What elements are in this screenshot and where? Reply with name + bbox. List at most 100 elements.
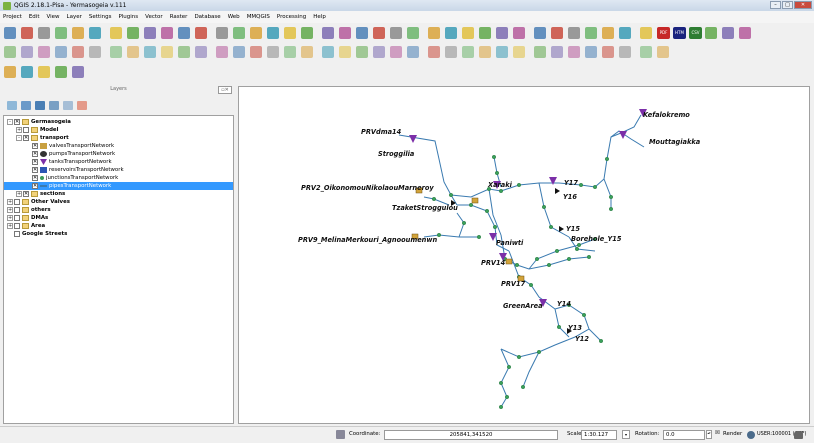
- toolbar-1-tool-33-icon[interactable]: [568, 27, 580, 39]
- toolbar-2-tool-38-icon[interactable]: [657, 46, 669, 58]
- layer-visibility-checkbox[interactable]: [14, 199, 20, 205]
- toolbar-2-tool-20-icon[interactable]: [339, 46, 351, 58]
- expand-toggle-icon[interactable]: +: [7, 207, 13, 213]
- pipe-segment[interactable]: [554, 308, 570, 338]
- render-checkbox-icon[interactable]: ☒: [715, 430, 720, 436]
- add-group-icon[interactable]: [21, 100, 31, 110]
- menu-edit[interactable]: Edit: [29, 14, 40, 20]
- export-csv-button[interactable]: CSV: [689, 27, 702, 39]
- toolbar-2-tool-34-icon[interactable]: [585, 46, 597, 58]
- toggle-extents-icon[interactable]: [336, 430, 345, 439]
- layer-tree-item[interactable]: + ✕ sections: [4, 190, 233, 198]
- junction-node[interactable]: [476, 234, 481, 239]
- toolbar-1-tool-24-icon[interactable]: [407, 27, 419, 39]
- junction-node[interactable]: [549, 224, 554, 229]
- layer-visibility-checkbox[interactable]: [14, 215, 20, 221]
- junction-node[interactable]: [555, 248, 560, 253]
- junction-node[interactable]: [499, 381, 504, 386]
- toolbar-2-tool-35-icon[interactable]: [602, 46, 614, 58]
- junction-node[interactable]: [499, 405, 504, 410]
- maximize-button[interactable]: □: [782, 1, 793, 9]
- toolbar-2-tool-1-icon[interactable]: [4, 46, 16, 58]
- layer-tree-item[interactable]: + DMAs: [4, 214, 233, 222]
- layer-tree[interactable]: - ✕ Germasogeia + Model - ✕ transport ✕ valvesTra…: [3, 115, 234, 424]
- menu-web[interactable]: Web: [228, 14, 240, 20]
- junction-node[interactable]: [605, 156, 610, 161]
- toolbar-2-tool-26-icon[interactable]: [445, 46, 457, 58]
- toolbar-1-tool-17-icon[interactable]: [284, 27, 296, 39]
- toolbar-1-tool-12-icon[interactable]: [195, 27, 207, 39]
- junction-node[interactable]: [567, 256, 572, 261]
- toolbar-1-tool-31-icon[interactable]: [534, 27, 546, 39]
- pipe-segment[interactable]: [456, 212, 465, 238]
- toolbar-1-tool-16-icon[interactable]: [267, 27, 279, 39]
- layer-tree-item[interactable]: - ✕ transport: [4, 134, 233, 142]
- toolbar-2-tool-36-icon[interactable]: [619, 46, 631, 58]
- toolbar-2-tool-5-icon[interactable]: [72, 46, 84, 58]
- menu-project[interactable]: Project: [3, 14, 22, 20]
- toolbar-2-tool-22-icon[interactable]: [373, 46, 385, 58]
- menu-mmqgis[interactable]: MMQGIS: [247, 14, 270, 20]
- layer-tree-item[interactable]: ✕ junctionsTransportNetwork: [4, 174, 233, 182]
- toolbar-2-tool-25-icon[interactable]: [428, 46, 440, 58]
- junction-node[interactable]: [577, 242, 582, 247]
- junction-node[interactable]: [547, 262, 552, 267]
- menu-plugins[interactable]: Plugins: [118, 14, 138, 20]
- toolbar-1-tool-13-icon[interactable]: [216, 27, 228, 39]
- toolbar-2-tool-15-icon[interactable]: [250, 46, 262, 58]
- menu-vector[interactable]: Vector: [145, 14, 163, 20]
- layer-visibility-checkbox[interactable]: ✕: [32, 151, 38, 157]
- toolbar-1-tool-7-icon[interactable]: [110, 27, 122, 39]
- layer-visibility-checkbox[interactable]: [14, 207, 20, 213]
- toolbar-1-tool-5-icon[interactable]: [72, 27, 84, 39]
- junction-node[interactable]: [521, 385, 526, 390]
- toolbar-2-tool-31-icon[interactable]: [534, 46, 546, 58]
- layer-tree-item[interactable]: ✕ reservoirsTransportNetwork: [4, 166, 233, 174]
- toolbar-2-tool-4-icon[interactable]: [55, 46, 67, 58]
- toolbar-2-tool-17-icon[interactable]: [284, 46, 296, 58]
- pipe-segment[interactable]: [538, 182, 570, 238]
- toolbar-2-tool-10-icon[interactable]: [161, 46, 173, 58]
- collapse-all-icon[interactable]: [63, 100, 73, 110]
- pipe-segment[interactable]: [522, 351, 540, 388]
- expand-toggle-icon[interactable]: -: [7, 119, 13, 125]
- toolbar-3-tool-2-icon[interactable]: [21, 66, 33, 78]
- export-pdf-button[interactable]: PDF: [657, 27, 670, 39]
- expand-toggle-icon[interactable]: +: [7, 199, 13, 205]
- minimize-button[interactable]: –: [770, 1, 781, 9]
- toolbar-1-tool-28-icon[interactable]: [479, 27, 491, 39]
- toolbar-1-tool-21-icon[interactable]: [356, 27, 368, 39]
- toolbar-2-tool-11-icon[interactable]: [178, 46, 190, 58]
- menu-layer[interactable]: Layer: [67, 14, 82, 20]
- toolbar-2-tool-9-icon[interactable]: [144, 46, 156, 58]
- pipe-segment[interactable]: [398, 134, 458, 206]
- toolbar-2-tool-13-icon[interactable]: [216, 46, 228, 58]
- toolbar-2-tool-6-icon[interactable]: [89, 46, 101, 58]
- coordinate-field[interactable]: 205841,341520: [384, 430, 558, 440]
- toolbar-2-tool-33-icon[interactable]: [568, 46, 580, 58]
- toolbar-1-tool-11-icon[interactable]: [178, 27, 190, 39]
- toolbar-1-tool-9-icon[interactable]: [144, 27, 156, 39]
- layer-visibility-checkbox[interactable]: ✕: [23, 191, 29, 197]
- toolbar-1-tool-6-icon[interactable]: [89, 27, 101, 39]
- junction-node[interactable]: [505, 395, 510, 400]
- junction-node[interactable]: [468, 202, 473, 207]
- junction-node[interactable]: [537, 350, 542, 355]
- crs-globe-icon[interactable]: [747, 431, 755, 439]
- open-layer-styling-icon[interactable]: [7, 100, 17, 110]
- valve-marker[interactable]: [471, 197, 479, 204]
- toolbar-1-tool-35-icon[interactable]: [602, 27, 614, 39]
- junction-node[interactable]: [491, 154, 496, 159]
- map-canvas[interactable]: Kefalokremo Mouttagiakka PRVdma14 Stroggili…: [238, 86, 810, 424]
- toolbar-1-tool-3-icon[interactable]: [38, 27, 50, 39]
- junction-node[interactable]: [535, 256, 540, 261]
- menu-database[interactable]: Database: [194, 14, 220, 20]
- filter-legend-icon[interactable]: [35, 100, 45, 110]
- toolbar-1-tool-29-icon[interactable]: [496, 27, 508, 39]
- junction-node[interactable]: [575, 246, 580, 251]
- scale-field[interactable]: 1:30.127: [581, 430, 617, 440]
- toolbar-1-tool-2-icon[interactable]: [21, 27, 33, 39]
- toolbar-2-tool-37-icon[interactable]: [640, 46, 652, 58]
- layer-tree-item[interactable]: + others: [4, 206, 233, 214]
- rotation-field[interactable]: 0.0: [663, 430, 705, 440]
